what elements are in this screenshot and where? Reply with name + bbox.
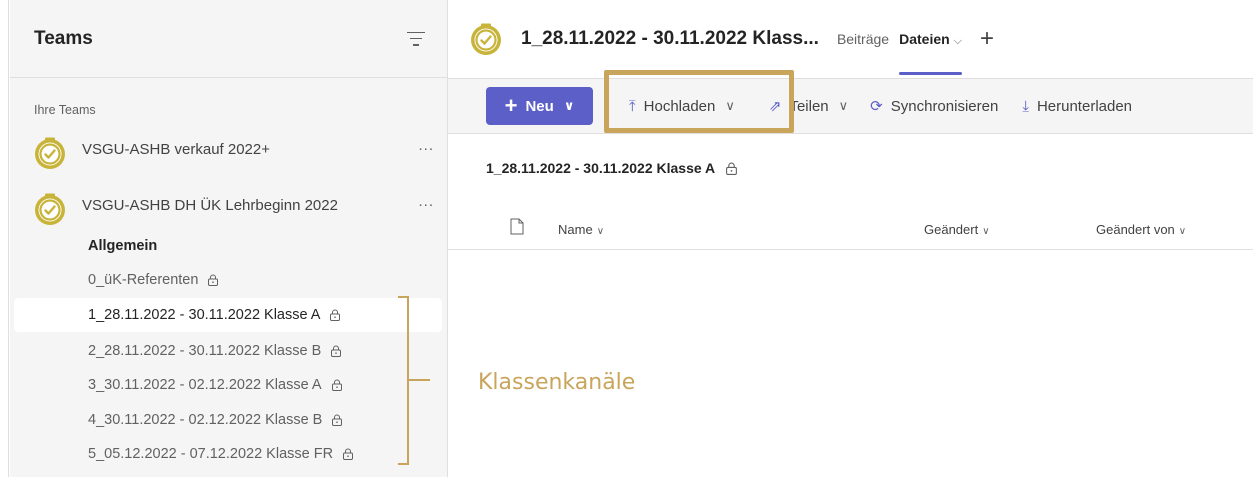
channel-label: 2_28.11.2022 - 30.11.2022 Klasse B [88,343,322,359]
channel-klasse-b[interactable]: 2_28.11.2022 - 30.11.2022 Klasse B [14,334,442,368]
channel-title: 1_28.11.2022 - 30.11.2022 Klass... [521,28,819,49]
sync-button[interactable]: ⟳ Synchronisieren [870,97,999,116]
channel-label: 5_05.12.2022 - 07.12.2022 Klasse FR [88,446,334,462]
tab-dateien[interactable]: Dateien ⌵ [899,30,963,75]
sync-icon: ⟳ [870,98,883,115]
lock-icon [207,274,219,286]
channel-label: Allgemein [88,238,158,254]
sidebar-title: Teams [34,27,93,49]
main-content: 1_28.11.2022 - 30.11.2022 Klass... Beitr… [448,0,1253,477]
column-header-name[interactable]: Name ∨ [558,222,604,237]
more-options-icon[interactable]: ... [414,137,434,154]
channel-klasse-a-selected[interactable]: 1_28.11.2022 - 30.11.2022 Klasse A [14,298,442,332]
channel-label: 0_üK-Referenten [88,272,199,288]
left-edge-strip [0,0,9,477]
channel-header: 1_28.11.2022 - 30.11.2022 Klass... Beitr… [448,0,1253,78]
share-button[interactable]: ⇗ Teilen ∨ [768,97,849,116]
download-icon: ⤓ [1022,97,1029,115]
plus-icon: + [504,93,518,118]
lock-icon [342,448,354,460]
download-button[interactable]: ⤓ Herunterladen [1022,98,1132,115]
chevron-down-icon: ∨ [563,98,575,113]
channel-label: 1_28.11.2022 - 30.11.2022 Klasse A [88,307,321,323]
document-icon [510,218,524,235]
lock-icon [329,309,341,321]
tab-label: Dateien [899,30,950,47]
channel-3-klasse-a[interactable]: 3_30.11.2022 - 02.12.2022 Klasse A [14,368,442,402]
channel-allgemein[interactable]: Allgemein [14,229,442,263]
chevron-down-icon: ∨ [596,226,605,237]
tab-beitraege[interactable]: Beiträge [837,31,889,47]
column-header-changed[interactable]: Geändert ∨ [924,222,990,237]
teams-sidebar: Teams Ihre Teams VSGU-ASHB verkauf 2022+… [10,0,448,477]
new-label: Neu [525,97,554,115]
lock-icon [331,414,343,426]
lock-icon [331,379,343,391]
lock-icon [725,162,738,175]
team-name: VSGU-ASHB DH ÜK Lehrbeginn 2022 [82,197,338,214]
share-label: Teilen [789,97,829,115]
sync-label: Synchronisieren [890,97,999,115]
channel-label: 3_30.11.2022 - 02.12.2022 Klasse A [88,377,322,393]
team-name: VSGU-ASHB verkauf 2022+ [82,141,271,158]
more-options-icon[interactable]: ... [414,193,434,210]
team-logo-icon [34,137,66,169]
chevron-down-icon: ∨ [838,98,849,113]
channel-uk-referenten[interactable]: 0_üK-Referenten [14,263,442,297]
sidebar-header: Teams [10,0,447,78]
bracket-annotation-icon [398,296,430,465]
column-label: Name [558,222,593,237]
new-button[interactable]: + Neu ∨ [486,87,593,125]
team-logo-icon [470,23,502,55]
channel-label: 4_30.11.2022 - 02.12.2022 Klasse B [88,412,323,428]
column-header-changed-by[interactable]: Geändert von ∨ [1096,222,1186,237]
annotation-class-channels: Klassenkanäle [478,370,636,395]
section-label-your-teams: Ihre Teams [34,103,96,117]
file-list-header: Name ∨ Geändert ∨ Geändert von ∨ [448,204,1253,250]
chevron-down-icon: ∨ [1178,226,1187,237]
chevron-down-icon: ⌵ [953,34,963,47]
breadcrumb-label: 1_28.11.2022 - 30.11.2022 Klasse A [486,160,716,176]
channel-5-klasse-fr[interactable]: 5_05.12.2022 - 07.12.2022 Klasse FR [14,437,442,471]
lock-icon [330,345,342,357]
upload-icon: ⤒ [629,97,636,115]
filter-icon[interactable] [407,31,425,46]
breadcrumb: 1_28.11.2022 - 30.11.2022 Klasse A [486,160,738,176]
add-tab-button[interactable]: + [980,25,994,53]
download-label: Herunterladen [1036,97,1133,115]
chevron-down-icon: ∨ [982,226,990,237]
chevron-down-icon: ∨ [725,98,735,113]
share-icon: ⇗ [768,98,782,115]
team-item-lehrbeginn[interactable]: VSGU-ASHB DH ÜK Lehrbeginn 2022 ... [34,193,434,229]
team-logo-icon [34,193,66,225]
channel-4-klasse-b[interactable]: 4_30.11.2022 - 02.12.2022 Klasse B [14,403,442,437]
column-label: Geändert [924,222,979,237]
files-toolbar: + Neu ∨ ⤒ Hochladen ∨ ⇗ Teilen ∨ ⟳ Synch… [448,78,1253,134]
column-label: Geändert von [1096,222,1175,237]
team-item-verkauf[interactable]: VSGU-ASHB verkauf 2022+ ... [34,137,434,173]
upload-button[interactable]: ⤒ Hochladen ∨ [629,98,735,115]
upload-label: Hochladen [643,97,716,115]
